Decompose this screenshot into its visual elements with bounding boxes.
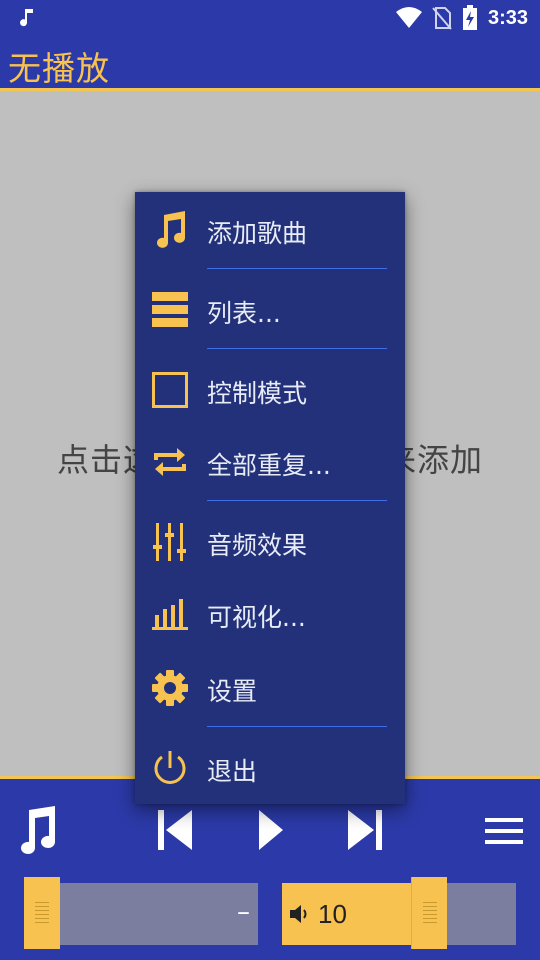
skip-next-icon [348, 810, 382, 850]
menu-item-audio-effects[interactable]: 音频效果 [135, 506, 405, 576]
volume-fill: 10 [282, 883, 411, 945]
menu-item-repeat-all[interactable]: 全部重复... [135, 426, 405, 496]
status-bar: 3:33 [0, 0, 540, 36]
repeat-icon [154, 448, 186, 476]
menu-item-label: 全部重复... [207, 451, 331, 480]
menu-divider [207, 500, 387, 501]
volume-bar[interactable]: 10 [282, 877, 516, 949]
menu-divider [207, 726, 387, 727]
menu-item-add-song[interactable]: 添加歌曲 [135, 194, 405, 264]
play-button[interactable] [250, 805, 290, 855]
menu-item-label: 可视化... [207, 603, 306, 632]
menu-item-label: 设置 [207, 677, 258, 706]
music-note-icon [21, 806, 56, 854]
menu-item-list[interactable]: 列表... [135, 274, 405, 344]
menu-item-label: 控制模式 [207, 379, 308, 408]
menu-divider [207, 348, 387, 349]
music-note-icon [20, 9, 33, 27]
menu-item-control-mode[interactable]: 控制模式 [135, 354, 405, 424]
menu-divider [207, 268, 387, 269]
page-title: 无播放 [8, 49, 110, 88]
volume-value: 10 [318, 898, 347, 929]
list-icon [152, 292, 188, 327]
menu-item-label: 添加歌曲 [207, 219, 308, 248]
grip-icon [422, 902, 437, 924]
equalizer-icon [153, 523, 186, 561]
menu-item-label: 音频效果 [207, 531, 308, 560]
no-sim-icon [432, 7, 452, 30]
seek-time: – [237, 897, 250, 927]
volume-handle[interactable] [411, 877, 447, 949]
play-icon [259, 810, 283, 850]
next-button[interactable] [342, 805, 390, 855]
seek-handle[interactable] [24, 877, 60, 949]
menu-button[interactable] [482, 811, 526, 851]
hamburger-menu-icon [485, 818, 523, 844]
menu-item-label: 列表... [207, 299, 281, 328]
gear-icon [152, 670, 188, 706]
menu-item-label: 退出 [207, 757, 258, 786]
status-icons: 3:33 [395, 0, 528, 36]
clock: 3:33 [487, 6, 528, 29]
bar-chart-icon [152, 599, 188, 630]
add-song-button[interactable] [12, 803, 62, 859]
menu-item-visualization[interactable]: 可视化... [135, 578, 405, 648]
power-icon [154, 751, 186, 784]
music-note-icon [157, 211, 185, 248]
wifi-icon [395, 7, 422, 28]
app-title-bar: 无播放 [0, 36, 540, 91]
overflow-menu: 添加歌曲 列表... 控制模式 全部重复... 音频效果 可视化... 设置 退… [135, 192, 405, 804]
skip-previous-icon [158, 810, 192, 850]
grip-icon [35, 902, 49, 924]
square-icon [152, 372, 188, 408]
previous-button[interactable] [150, 805, 198, 855]
seek-bar[interactable]: – [24, 877, 258, 949]
menu-item-settings[interactable]: 设置 [135, 652, 405, 722]
speaker-icon [290, 905, 307, 923]
battery-charging-icon [462, 5, 477, 30]
menu-item-exit[interactable]: 退出 [135, 732, 405, 802]
